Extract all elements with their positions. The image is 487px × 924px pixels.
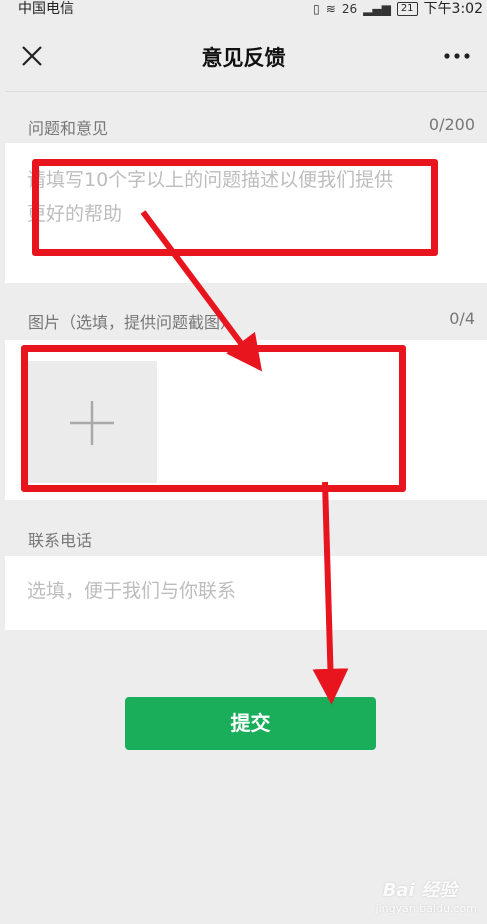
signal-icon: ▂▄▆ — [363, 2, 391, 16]
annotation-box-images — [21, 345, 406, 492]
baidu-watermark: Bai 经验 jingyan.baidu.com — [375, 880, 477, 915]
vibrate-icon: ▯ — [313, 2, 320, 16]
network-label: 26 — [341, 2, 358, 16]
carrier-name: 中国电信 — [18, 1, 74, 17]
feedback-counter: 0/200 — [428, 115, 475, 134]
contact-label: 联系电话 — [28, 531, 93, 550]
more-icon[interactable] — [443, 46, 471, 66]
battery-indicator: 21 — [396, 2, 418, 16]
clock: 下午3:02 — [423, 1, 483, 17]
contact-phone-input[interactable]: 选填，便于我们与你联系 — [5, 556, 487, 630]
submit-button[interactable]: 提交 — [125, 697, 376, 750]
wifi-icon: ≋ — [325, 2, 336, 16]
nav-bar: 意见反馈 — [0, 20, 487, 92]
contact-placeholder: 选填，便于我们与你联系 — [27, 580, 237, 602]
annotation-box-feedback — [32, 159, 438, 256]
images-label: 图片（选填，提供问题截图） — [28, 313, 237, 332]
feedback-label: 问题和意见 — [28, 119, 109, 138]
page-title: 意见反馈 — [201, 46, 286, 70]
status-icons: ▯ ≋ 26 ▂▄▆ 21 下午3:02 — [313, 0, 483, 18]
images-counter: 0/4 — [449, 309, 475, 328]
nav-divider — [5, 91, 487, 92]
status-bar: 中国电信 ▯ ≋ 26 ▂▄▆ 21 下午3:02 — [0, 0, 487, 20]
